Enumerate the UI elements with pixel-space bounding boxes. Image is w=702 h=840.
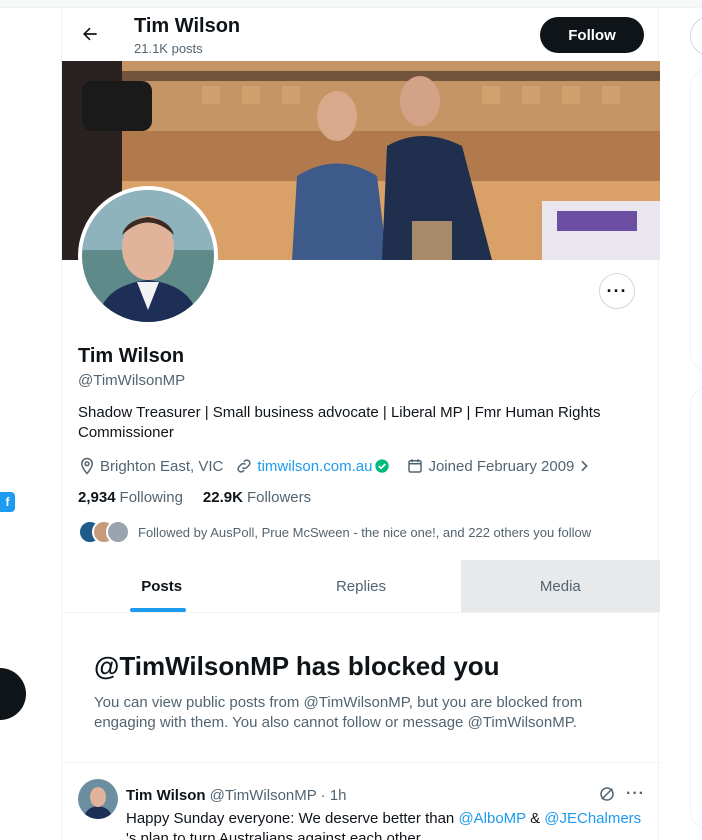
tweet[interactable]: Tim Wilson @TimWilsonMP · 1h ··· Happy S… bbox=[62, 765, 660, 840]
back-arrow-icon bbox=[83, 27, 97, 41]
right-rail-panel-2 bbox=[690, 388, 702, 828]
website[interactable]: timwilson.com.au bbox=[235, 457, 394, 475]
follow-button[interactable]: Follow bbox=[540, 17, 644, 53]
location-text: Brighton East, VIC bbox=[100, 457, 224, 475]
following-label: Following bbox=[119, 489, 183, 506]
follow-stats: 2,934 Following 22.9K Followers bbox=[78, 489, 331, 506]
tab-label: Media bbox=[539, 577, 581, 595]
tweet-text: Happy Sunday everyone: We deserve better… bbox=[126, 809, 646, 840]
profile-avatar[interactable] bbox=[78, 186, 218, 326]
tab-posts[interactable]: Posts bbox=[62, 560, 261, 612]
header-post-count: 21.1K posts bbox=[134, 41, 203, 56]
followers-link[interactable]: 22.9K Followers bbox=[203, 489, 311, 506]
tweet-header: Tim Wilson @TimWilsonMP · 1h bbox=[126, 787, 347, 804]
following-link[interactable]: 2,934 Following bbox=[78, 489, 183, 506]
followers-label: Followers bbox=[246, 489, 312, 506]
tweet-avatar[interactable] bbox=[78, 779, 118, 819]
profile-bio: Shadow Treasurer | Small business advoca… bbox=[78, 404, 601, 441]
right-rail-search[interactable] bbox=[690, 16, 702, 56]
profile-name: Tim Wilson bbox=[78, 345, 185, 367]
grok-icon[interactable] bbox=[598, 785, 616, 803]
left-rail-badge[interactable]: f bbox=[0, 492, 15, 512]
tweet-text-start: Happy Sunday everyone: We deserve better… bbox=[126, 810, 459, 827]
profile-more-button[interactable]: ··· bbox=[599, 273, 635, 309]
tweet-handle-time[interactable]: @TimWilsonMP · 1h bbox=[210, 787, 347, 804]
website-link[interactable]: timwilson.com.au bbox=[257, 458, 372, 475]
joined: Joined February 2009 bbox=[406, 457, 596, 475]
verified-icon bbox=[375, 459, 390, 473]
following-count: 2,934 bbox=[78, 489, 116, 506]
right-rail-panel bbox=[690, 70, 702, 370]
joined-text: Joined February 2009 bbox=[428, 457, 575, 475]
more-icon: ··· bbox=[606, 280, 628, 301]
active-tab-indicator bbox=[130, 608, 186, 612]
more-icon[interactable]: ··· bbox=[626, 785, 645, 803]
header-title: Tim Wilson bbox=[134, 15, 241, 37]
top-rule bbox=[0, 0, 702, 8]
tweet-text-end: 's plan to turn Australians against each… bbox=[126, 830, 425, 840]
tweet-text-mid: & bbox=[525, 810, 545, 827]
tab-replies[interactable]: Replies bbox=[261, 560, 460, 612]
tab-label: Posts bbox=[141, 577, 183, 595]
avatar bbox=[106, 520, 130, 544]
followed-by-text: Followed by AusPoll, Prue McSween - the … bbox=[138, 524, 592, 540]
profile-column: Tim Wilson 21.1K posts Follow ··· Tim Wi… bbox=[61, 8, 660, 840]
profile-handle: @TimWilsonMP bbox=[78, 372, 186, 389]
calendar-icon bbox=[408, 459, 423, 473]
location: Brighton East, VIC bbox=[78, 457, 223, 475]
chevron-right-icon[interactable] bbox=[576, 458, 592, 474]
link-icon bbox=[237, 459, 252, 473]
tweet-actions: ··· bbox=[598, 785, 645, 803]
back-button[interactable] bbox=[76, 20, 104, 48]
followers-count: 22.9K bbox=[202, 489, 243, 506]
avatar-photo bbox=[82, 190, 214, 322]
followed-by[interactable]: Followed by AusPoll, Prue McSween - the … bbox=[78, 520, 591, 544]
blocked-notice: @TimWilsonMP has blocked you You can vie… bbox=[62, 613, 660, 763]
left-rail-post-button[interactable] bbox=[0, 668, 26, 720]
followed-by-avatars bbox=[78, 520, 130, 544]
location-icon bbox=[80, 457, 94, 475]
blocked-message: You can view public posts from @TimWilso… bbox=[94, 694, 583, 731]
blocked-title: @TimWilsonMP has blocked you bbox=[94, 651, 500, 681]
tweet-author-name[interactable]: Tim Wilson bbox=[126, 787, 206, 804]
tab-label: Replies bbox=[335, 577, 386, 595]
mention-link[interactable]: @JEChalmers bbox=[544, 810, 641, 827]
profile-tabs: Posts Replies Media bbox=[62, 560, 660, 613]
profile-header: Tim Wilson 21.1K posts Follow bbox=[62, 8, 660, 61]
profile-meta: Brighton East, VIC timwilson.com.au Join… bbox=[78, 456, 608, 476]
mention-link[interactable]: @AlboMP bbox=[458, 810, 525, 827]
tab-media[interactable]: Media bbox=[460, 560, 660, 612]
